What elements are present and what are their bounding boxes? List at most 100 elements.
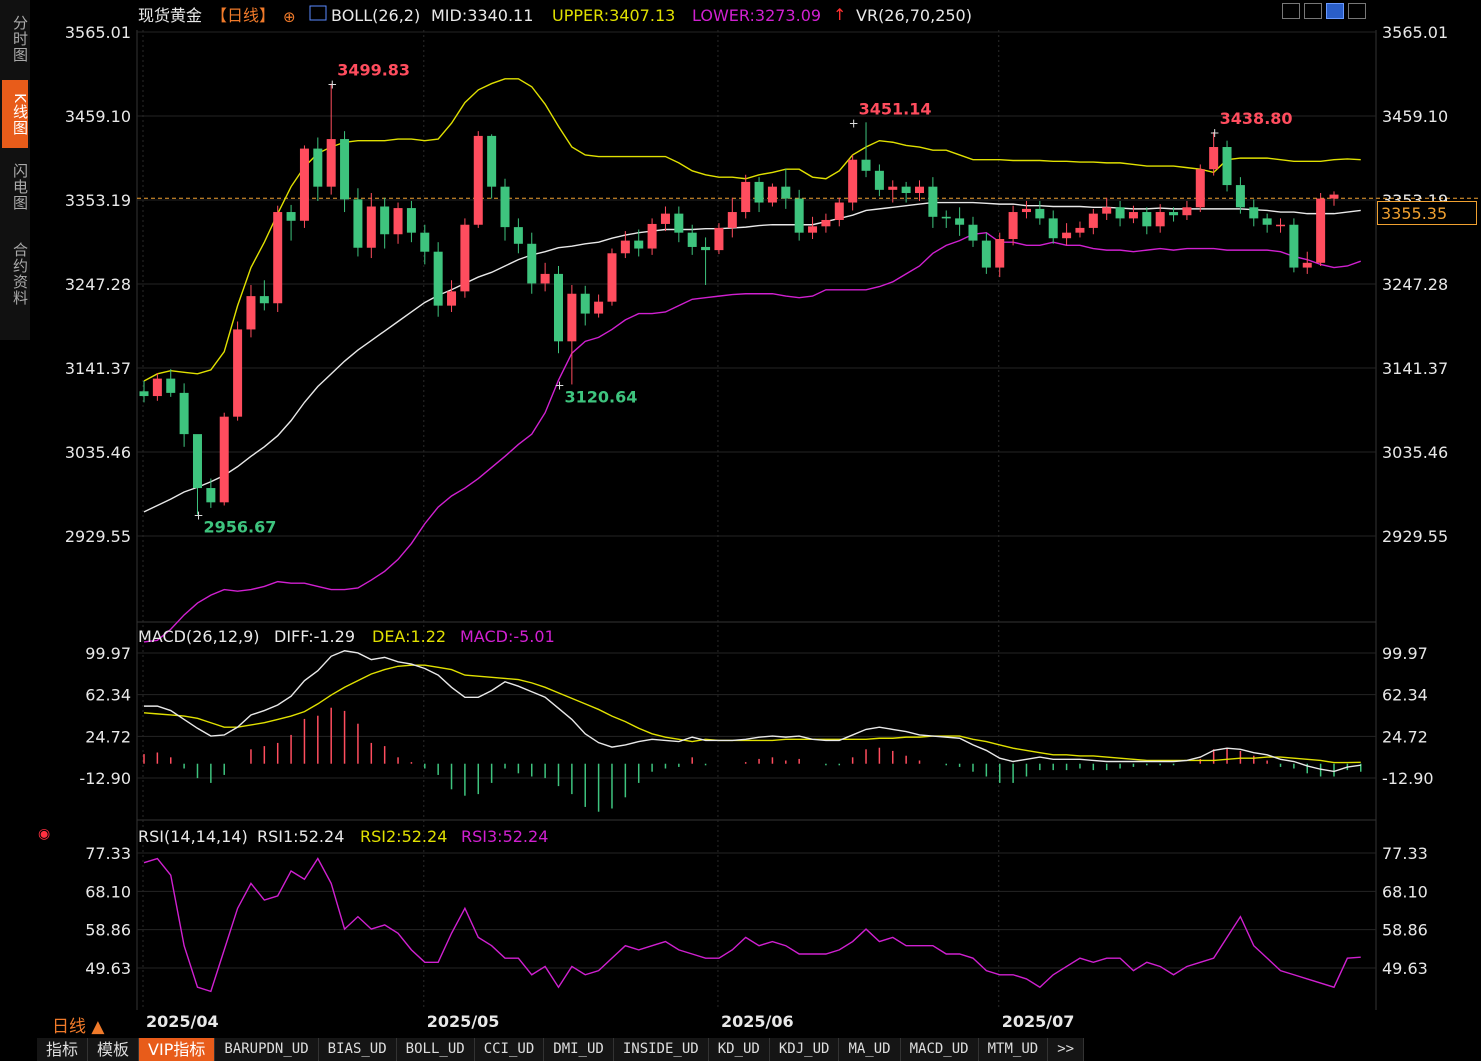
- rsi-panel: 77.33 77.33 68.10 68.10 58.86 58.86 49.63 49.63: [85, 844, 1428, 993]
- macd-tick-left: 24.72: [85, 727, 131, 746]
- candle-body: [1235, 185, 1245, 208]
- boll-params: BOLL(26,2): [331, 6, 420, 25]
- period-selector[interactable]: 日线 ▲: [52, 1012, 104, 1037]
- candle-body: [166, 378, 176, 393]
- indicator-tab-kdj-ud[interactable]: KDJ_UD: [769, 1038, 840, 1061]
- macd-tick-left: 99.97: [85, 644, 131, 663]
- indicator-tab-bias-ud[interactable]: BIAS_UD: [318, 1038, 397, 1061]
- candle-body: [393, 208, 403, 235]
- candle-body: [1222, 147, 1232, 186]
- candle-body: [513, 227, 523, 244]
- candle-body: [527, 243, 537, 284]
- candle-body: [1102, 207, 1112, 214]
- price-tick-right: 3141.37: [1382, 359, 1448, 378]
- candle-body: [1302, 262, 1312, 268]
- macd-dea: DEA:1.22: [372, 627, 446, 646]
- rsi-tick-right: 77.33: [1382, 844, 1428, 863]
- price-tick-right: 3565.01: [1382, 23, 1448, 42]
- candle-body: [567, 293, 577, 342]
- price-tick-left: 3141.37: [65, 359, 131, 378]
- rsi-tick-right: 49.63: [1382, 959, 1428, 978]
- price-tick-left: 3353.19: [65, 191, 131, 210]
- macd-panel: 99.97 99.97 62.34 62.34 24.72 24.72 -12.90 -12.…: [79, 644, 1434, 812]
- candle-body: [1075, 227, 1085, 233]
- indicator-tab-inside-ud[interactable]: INSIDE_UD: [613, 1038, 709, 1061]
- candle-body: [1142, 212, 1152, 227]
- candle-body: [888, 186, 898, 190]
- chart-layout-icon[interactable]: [1326, 3, 1344, 19]
- candle-body: [1062, 232, 1072, 239]
- candle-body: [968, 224, 978, 241]
- window-layout-icon[interactable]: [1348, 3, 1366, 19]
- candle-body: [1262, 218, 1272, 225]
- macd-value: MACD:-5.01: [460, 627, 555, 646]
- macd-params: MACD(26,12,9): [138, 627, 260, 646]
- boll-mid: MID:3340.11: [431, 6, 533, 25]
- candle-body: [1329, 194, 1339, 199]
- candle-body: [861, 159, 871, 171]
- price-tick-right: 3459.10: [1382, 107, 1448, 126]
- tab-vip-indicators[interactable]: VIP指标: [139, 1038, 216, 1061]
- rsi2: RSI2:52.24: [360, 827, 447, 846]
- candle-body: [634, 240, 644, 249]
- candle-body: [781, 186, 791, 199]
- rsi-tick-right: 58.86: [1382, 921, 1428, 940]
- candle-body: [139, 391, 149, 397]
- candle-body: [1289, 224, 1299, 268]
- candle-body: [219, 416, 229, 503]
- macd-dea-line: [143, 664, 1361, 764]
- indicator-tab-kd-ud[interactable]: KD_UD: [708, 1038, 770, 1061]
- indicator-tab-boll-ud[interactable]: BOLL_UD: [396, 1038, 475, 1061]
- price-annotations: +3499.83+2956.67+3120.64+3451.14+3438.80: [193, 61, 1292, 537]
- indicator-tab-ma-ud[interactable]: MA_UD: [839, 1038, 901, 1061]
- candle-body: [460, 224, 470, 292]
- candle-body: [741, 181, 751, 213]
- candle-body: [1195, 169, 1205, 208]
- layout-icons: [1282, 3, 1366, 19]
- candle-body: [660, 213, 670, 224]
- price-tick-right: 3035.46: [1382, 443, 1448, 462]
- candle-body: [848, 159, 858, 203]
- instrument-name: 现货黄金: [138, 6, 202, 25]
- tab-templates[interactable]: 模板: [88, 1038, 140, 1061]
- macd-tick-right: 99.97: [1382, 644, 1428, 663]
- macd-tick-right: 24.72: [1382, 727, 1428, 746]
- indicator-tab-mtm-ud[interactable]: MTM_UD: [978, 1038, 1049, 1061]
- split-layout-icon[interactable]: [1304, 3, 1322, 19]
- candle-body: [299, 148, 309, 221]
- grid: [136, 30, 1481, 1010]
- indicator-tab-dmi-ud[interactable]: DMI_UD: [544, 1038, 614, 1061]
- candle-body: [206, 488, 216, 503]
- candle-body: [995, 239, 1005, 268]
- indicator-tab-cci-ud[interactable]: CCI_UD: [474, 1038, 545, 1061]
- tab-indicators[interactable]: 指标: [37, 1038, 89, 1061]
- candle-body: [928, 186, 938, 217]
- chart-canvas[interactable]: +3499.83+2956.67+3120.64+3451.14+3438.80…: [0, 0, 1481, 1061]
- indicator-tab-macd-ud[interactable]: MACD_UD: [900, 1038, 979, 1061]
- macd-diff: DIFF:-1.29: [274, 627, 355, 646]
- rsi1: RSI1:52.24: [257, 827, 344, 846]
- extreme-marker: +: [327, 78, 337, 92]
- candle-body: [500, 186, 510, 228]
- x-tick-label: 2025/04: [146, 1012, 219, 1031]
- low-price-label: 3120.64: [564, 387, 637, 406]
- settings-icon[interactable]: ⊕: [283, 8, 296, 26]
- more-tabs-button[interactable]: >>: [1048, 1038, 1085, 1061]
- candle-body: [941, 216, 951, 219]
- candle-body: [553, 273, 563, 342]
- candle-body: [433, 251, 443, 306]
- boll-upper-line: [143, 78, 1361, 382]
- x-tick-label: 2025/06: [721, 1012, 794, 1031]
- price-tick-left: 3459.10: [65, 107, 131, 126]
- candle-body: [1035, 208, 1045, 219]
- arrow-up-icon[interactable]: ↑: [833, 5, 846, 24]
- candle-body: [580, 293, 590, 314]
- boll-indicator-icon[interactable]: [309, 5, 327, 21]
- extreme-marker: +: [193, 508, 203, 522]
- candle-body: [607, 253, 617, 302]
- indicator-tab-barupdn-ud[interactable]: BARUPDN_UD: [215, 1038, 319, 1061]
- rsi-settings-icon[interactable]: ◉: [38, 826, 50, 842]
- grid-layout-icon[interactable]: [1282, 3, 1300, 19]
- candle-body: [981, 240, 991, 268]
- candle-body: [901, 186, 911, 194]
